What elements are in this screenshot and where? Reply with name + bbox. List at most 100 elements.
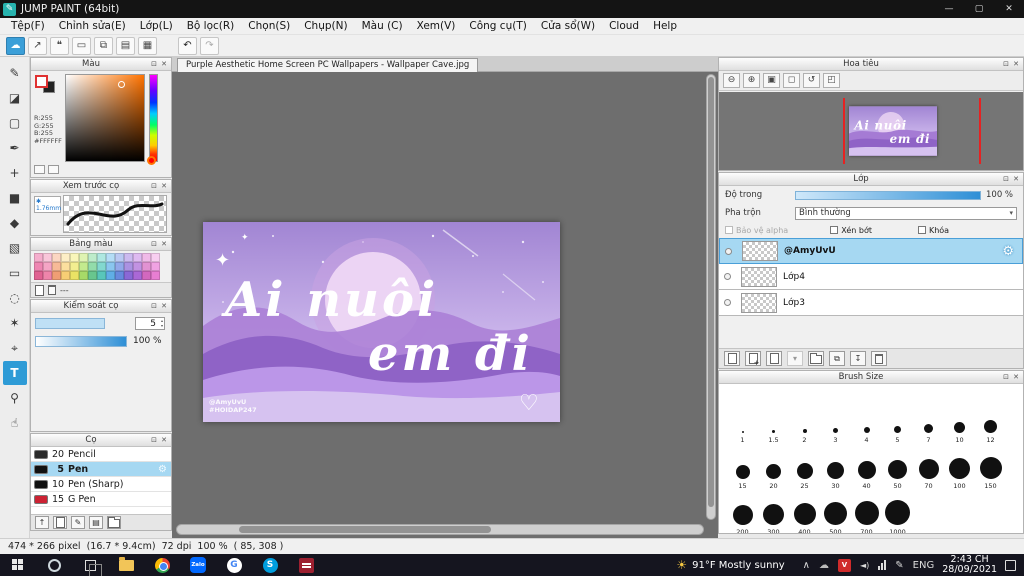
fit-view-icon[interactable]: ▣ [763, 73, 780, 88]
brush-size-option[interactable]: 1000 [882, 492, 913, 533]
palette-swatch[interactable] [151, 271, 160, 280]
layer-settings-gear-icon[interactable]: ⚙ [1002, 244, 1014, 259]
brush-row[interactable]: 15 G Pen [31, 492, 171, 507]
layer-opacity-slider[interactable] [795, 190, 981, 200]
undo-icon[interactable]: ↶ [178, 36, 197, 55]
palette-swatch[interactable] [34, 262, 43, 271]
palette-swatch[interactable] [97, 253, 106, 262]
visibility-toggle[interactable] [719, 273, 735, 280]
brush-opacity-slider[interactable] [35, 336, 127, 347]
palette-swatch[interactable] [70, 271, 79, 280]
palette-swatch[interactable] [43, 253, 52, 262]
panel-detach-icon[interactable]: ⊡ [149, 60, 159, 68]
palette-swatch[interactable] [133, 271, 142, 280]
hue-cursor[interactable] [147, 156, 156, 165]
brush-tool[interactable]: ✎ [3, 61, 27, 85]
menu-item[interactable]: Công cụ(T) [462, 18, 533, 35]
palette-swatch[interactable] [70, 253, 79, 262]
select-tool[interactable]: ▭ [3, 261, 27, 285]
panel-detach-icon[interactable]: ⊡ [1001, 60, 1011, 68]
chrome-button[interactable] [144, 554, 180, 576]
upload-brush-button[interactable]: ↑ [35, 516, 49, 529]
menu-item[interactable]: Màu (C) [355, 18, 410, 35]
palette-swatch[interactable] [133, 253, 142, 262]
layer-row-selected[interactable]: @AmyUvU ⚙ [719, 238, 1023, 264]
brush-size-option[interactable]: 3 [820, 400, 851, 446]
palette-swatch[interactable] [97, 262, 106, 271]
horizontal-scroll-thumb[interactable] [239, 526, 491, 533]
primary-color-swatch[interactable] [35, 75, 48, 88]
panel-detach-icon[interactable]: ⊡ [149, 302, 159, 310]
layer-menu-button[interactable]: ▾ [787, 351, 803, 366]
saturation-value-picker[interactable] [65, 74, 145, 162]
duplicate-layer-button[interactable] [745, 351, 761, 367]
panel-detach-icon[interactable]: ⊡ [149, 182, 159, 190]
merge-layer-button[interactable]: ↧ [850, 351, 866, 366]
hand-tool[interactable]: ☝ [3, 411, 27, 435]
google-app-button[interactable]: G [216, 554, 252, 576]
brush-size-option[interactable]: 50 [882, 446, 913, 492]
weather-widget[interactable]: ☀ 91°F Mostly sunny [676, 558, 784, 572]
brush-size-input[interactable]: 5 ▴ ▾ [135, 317, 165, 330]
palette-swatch[interactable] [106, 262, 115, 271]
move-tool[interactable]: + [3, 161, 27, 185]
jump-paint-button[interactable] [288, 554, 324, 576]
clock[interactable]: 2:43 CH 28/09/2021 [942, 555, 997, 575]
palette-swatch[interactable] [79, 271, 88, 280]
nav-settings-icon[interactable]: ◰ [823, 73, 840, 88]
panel-close-icon[interactable]: ✕ [1011, 373, 1021, 381]
zoom-out-icon[interactable]: ⊖ [723, 73, 740, 88]
palette-swatch[interactable] [88, 271, 97, 280]
zoom-in-icon[interactable]: ⊕ [743, 73, 760, 88]
visibility-toggle[interactable] [719, 299, 735, 306]
vertical-scrollbar[interactable] [706, 74, 716, 520]
palette-swatch[interactable] [106, 271, 115, 280]
new-layer-button[interactable] [724, 351, 740, 366]
panel-detach-icon[interactable]: ⊡ [1001, 373, 1011, 381]
hue-slider[interactable] [149, 74, 158, 162]
comment-icon[interactable]: ❝ [50, 36, 69, 55]
lasso-tool[interactable]: ◌ [3, 286, 27, 310]
brush-size-option[interactable]: 10 [944, 400, 975, 446]
palette-swatch[interactable] [106, 253, 115, 262]
palette-swatch[interactable] [61, 262, 70, 271]
palette-swatch[interactable] [151, 262, 160, 271]
start-button[interactable] [0, 554, 36, 576]
brush-size-option[interactable]: 15 [727, 446, 758, 492]
file-explorer-button[interactable] [108, 554, 144, 576]
layer-row[interactable]: Lớp4 [719, 264, 1023, 290]
brush-size-option[interactable]: 700 [851, 492, 882, 533]
canvas-artwork[interactable]: ✦ ✦ Ai nuôi em đi ♡ @AmyUvU #HOIDAP247 [203, 222, 560, 422]
color-slider-button[interactable] [48, 165, 59, 174]
speaker-icon[interactable]: ◄) [860, 561, 869, 570]
brush-size-option[interactable]: 20 [758, 446, 789, 492]
menu-item[interactable]: Bộ lọc(R) [180, 18, 242, 35]
palette-swatch[interactable] [79, 262, 88, 271]
close-button[interactable]: ✕ [994, 0, 1024, 18]
brush-row[interactable]: 10 Pen (Sharp) [31, 477, 171, 492]
menu-item[interactable]: Tệp(F) [4, 18, 52, 35]
zalo-button[interactable]: Zalo [180, 554, 216, 576]
palette-swatch[interactable] [52, 253, 61, 262]
language-indicator[interactable]: ENG [913, 560, 935, 571]
eraser-tool[interactable]: ◪ [3, 86, 27, 110]
panel-close-icon[interactable]: ✕ [159, 436, 169, 444]
delete-layer-button[interactable] [871, 351, 887, 366]
brush-size-option[interactable]: 1 [727, 400, 758, 446]
palette-swatch[interactable] [124, 271, 133, 280]
navigator-view[interactable]: Ai nuôi em đi [719, 92, 1023, 170]
text-tool[interactable]: T [2, 361, 27, 385]
palette-swatch[interactable] [61, 271, 70, 280]
onedrive-cloud-icon[interactable]: ☁ [819, 560, 829, 571]
palette-swatch[interactable] [115, 271, 124, 280]
panel-close-icon[interactable]: ✕ [159, 60, 169, 68]
palette-swatch[interactable] [124, 262, 133, 271]
palette-swatch[interactable] [142, 253, 151, 262]
panel-close-icon[interactable]: ✕ [159, 302, 169, 310]
palette-swatch[interactable] [115, 262, 124, 271]
gradient-tool[interactable]: ▧ [3, 236, 27, 260]
menu-item[interactable]: Lớp(L) [133, 18, 180, 35]
zoom-tool[interactable]: ⚲ [3, 386, 27, 410]
reset-view-icon[interactable]: ↺ [803, 73, 820, 88]
pages-icon[interactable]: ⧉ [94, 36, 113, 55]
